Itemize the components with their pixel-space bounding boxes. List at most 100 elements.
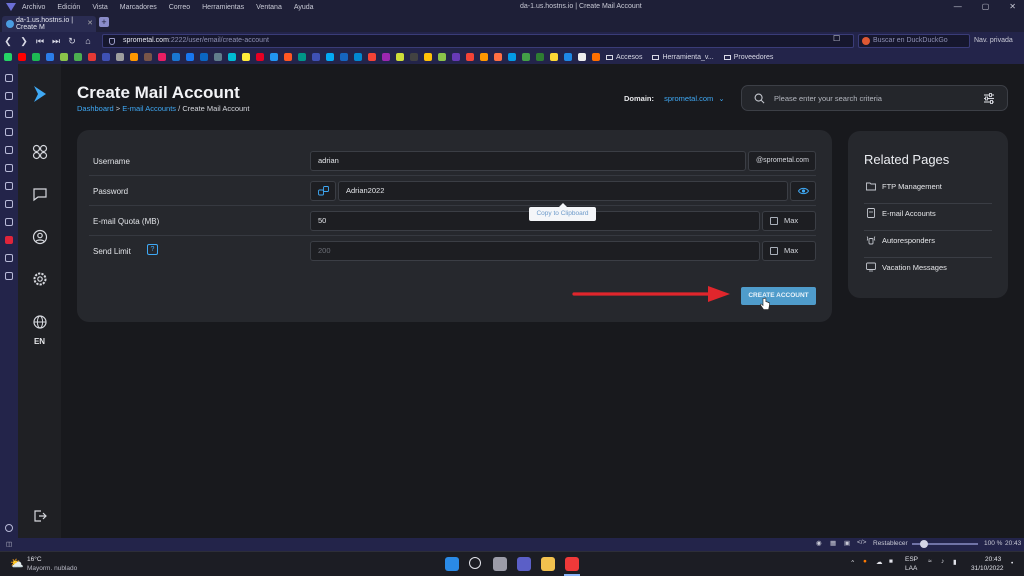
bookmark-site-icon[interactable] [438,53,446,61]
reset-zoom-link[interactable]: Restablecer [873,540,908,547]
settings-panel-icon[interactable] [5,524,13,532]
close-window-icon[interactable]: ✕ [1009,2,1016,11]
quota-max-checkbox[interactable]: Max [762,211,816,231]
bookmark-folder-accesos[interactable]: Accesos [606,54,642,61]
related-autoresponders[interactable]: Autoresponders [864,231,992,258]
domain-selector[interactable]: Domain: sprometal.com ⌄ [624,94,725,103]
create-account-button[interactable]: CREATE ACCOUNT [741,287,816,305]
clock-date[interactable]: 31/10/2022 [971,565,1004,572]
menu-correo[interactable]: Correo [169,4,190,11]
globe-icon[interactable] [32,314,48,330]
wifi-icon[interactable]: ≈ [928,558,932,565]
bookmark-site-icon[interactable] [396,53,404,61]
menu-vista[interactable]: Vista [92,4,107,11]
bookmark-site-icon[interactable] [102,53,110,61]
tray-app-icon[interactable]: ● [863,558,867,565]
bookmark-site-icon[interactable] [214,53,222,61]
bookmark-site-icon[interactable] [270,53,278,61]
home-icon[interactable]: ⌂ [80,36,96,46]
image-icon[interactable]: ▣ [844,539,850,547]
bookmark-linkedin-icon[interactable] [200,53,208,61]
menu-herramientas[interactable]: Herramientas [202,4,244,11]
toggle-password-button[interactable] [790,181,816,201]
user-icon[interactable] [32,229,48,245]
bookmark-instagram-icon[interactable] [158,53,166,61]
bookmark-site-icon[interactable] [60,53,68,61]
tasks-panel-icon[interactable] [5,218,13,226]
zoom-slider[interactable] [912,540,978,548]
forward-icon[interactable]: ❯ [16,36,32,47]
menu-edicion[interactable]: Edición [57,4,80,11]
bookmark-site-icon[interactable] [298,53,306,61]
bookmark-site-icon[interactable] [354,53,362,61]
file-explorer-icon[interactable] [541,557,555,571]
menu-ventana[interactable]: Ventana [256,4,282,11]
bookmark-icon[interactable]: ☐ [833,34,840,43]
url-input[interactable]: sprometal.com:2222/user/email/create-acc… [102,34,854,48]
clock-time[interactable]: 20:43 [985,556,1001,563]
bookmark-spotify-icon[interactable] [32,53,40,61]
chat-icon[interactable] [32,186,48,202]
language-selector[interactable]: EN [18,337,61,346]
bookmark-pinterest-icon[interactable] [256,53,264,61]
search-taskbar-icon[interactable] [469,557,481,569]
bookmark-site-icon[interactable] [480,53,488,61]
weather-icon[interactable]: ⛅ [10,557,24,570]
back-icon[interactable]: ❮ [0,36,16,47]
bookmark-site-icon[interactable] [74,53,82,61]
bookmark-site-icon[interactable] [494,53,502,61]
rewind-icon[interactable]: ⏮ [32,36,48,47]
apps-icon[interactable] [32,144,48,160]
bookmark-site-icon[interactable] [424,53,432,61]
mail-panel-icon[interactable] [5,110,13,118]
input-layout[interactable]: LAA [905,565,917,572]
add-panel-icon[interactable] [5,272,13,280]
bookmark-youtube-icon[interactable] [18,53,26,61]
fast-forward-icon[interactable]: ⏭ [48,36,64,47]
bookmark-folder-proveedores[interactable]: Proveedores [723,54,773,61]
send-limit-max-checkbox[interactable]: Max [762,241,816,261]
menu-ayuda[interactable]: Ayuda [294,4,314,11]
bookmark-site-icon[interactable] [452,53,460,61]
tab-close-icon[interactable]: ✕ [87,19,93,27]
bookmarks-panel-icon[interactable] [5,74,13,82]
maximize-icon[interactable]: ▢ [982,2,990,11]
tray-app-icon[interactable]: ■ [889,558,893,565]
minimize-icon[interactable]: — [954,2,962,11]
bookmark-whatsapp-icon[interactable] [4,53,12,61]
tray-chevron-icon[interactable]: ⌃ [850,559,855,567]
directadmin-logo-icon[interactable] [32,84,48,104]
zoom-slider-handle[interactable] [920,540,928,548]
new-tab-button[interactable]: + [99,17,109,27]
menu-marcadores[interactable]: Marcadores [120,4,157,11]
downloads-panel-icon[interactable] [5,92,13,100]
bookmark-site-icon[interactable] [578,53,586,61]
bookmark-site-icon[interactable] [144,53,152,61]
bookmark-site-icon[interactable] [410,53,418,61]
task-view-icon[interactable] [493,557,507,571]
related-email-accounts[interactable]: E-mail Accounts [864,204,992,231]
send-limit-input[interactable]: 200 [310,241,760,261]
tray-cloud-icon[interactable]: ☁ [876,558,883,566]
related-vacation-messages[interactable]: Vacation Messages [864,258,992,285]
tiling-icon[interactable]: ▦ [830,539,836,547]
calendar-panel-icon[interactable] [5,200,13,208]
bookmark-site-icon[interactable] [536,53,544,61]
bookmark-site-icon[interactable] [592,53,600,61]
vivaldi-logo-icon[interactable] [6,3,16,11]
username-input[interactable]: adrian [310,151,746,171]
password-input[interactable]: Adrian2022 [338,181,788,201]
logout-icon[interactable] [32,508,48,524]
generate-password-button[interactable] [310,181,336,201]
capture-icon[interactable]: ◉ [816,539,822,547]
code-icon[interactable]: </> [857,539,866,546]
browser-search-input[interactable]: Buscar en DuckDuckGo [858,34,970,48]
bookmark-site-icon[interactable] [368,53,376,61]
breadcrumb-email-accounts[interactable]: E-mail Accounts [122,104,176,113]
reload-icon[interactable]: ↻ [64,36,80,47]
history-panel-icon[interactable] [5,128,13,136]
search-bar[interactable]: Please enter your search criteria [741,85,1008,111]
volume-icon[interactable]: ♪ [941,558,944,565]
bookmark-site-icon[interactable] [340,53,348,61]
help-icon[interactable]: ? [147,244,158,255]
